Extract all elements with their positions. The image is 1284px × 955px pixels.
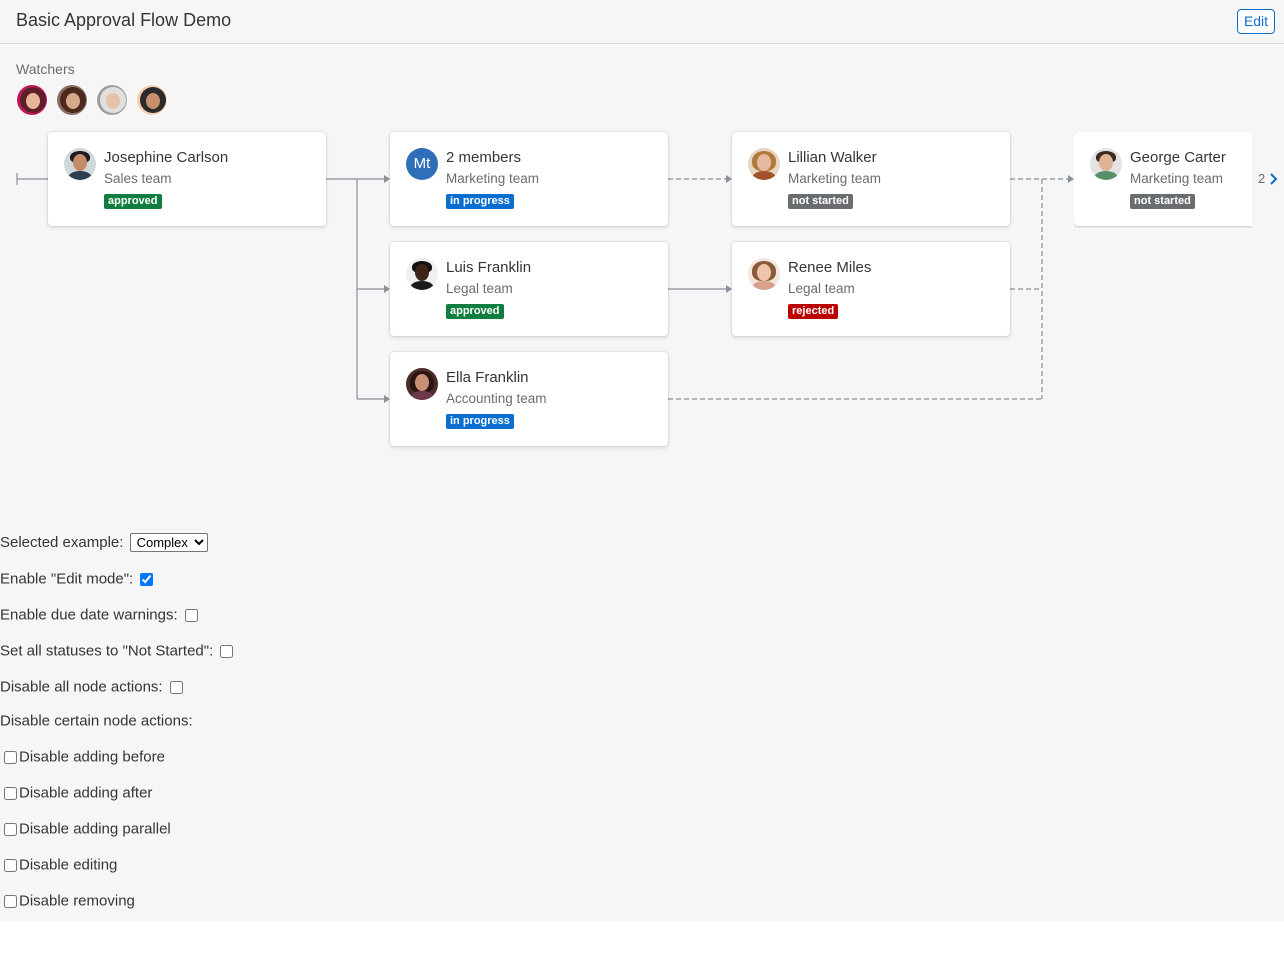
status-badge: not started — [788, 194, 853, 209]
node-team: Marketing team — [1130, 171, 1224, 186]
avatar — [64, 148, 96, 180]
not-started-checkbox[interactable] — [220, 644, 234, 658]
disable-adding-after-checkbox[interactable] — [4, 786, 17, 800]
node-name: Josephine Carlson — [104, 149, 229, 166]
flow-node-ella-franklin[interactable]: Ella Franklin Accounting team in progres… — [390, 352, 668, 446]
disable-all-label: Disable all node actions: — [0, 678, 163, 696]
initials-avatar: Mt — [406, 148, 438, 180]
disable-certain-label: Disable certain node actions: — [0, 712, 193, 730]
node-name: Luis Franklin — [446, 259, 532, 276]
due-date-row: Enable due date warnings: — [0, 606, 198, 624]
disable-editing-checkbox[interactable] — [4, 858, 17, 872]
flow-node-renee-miles[interactable]: Renee Miles Legal team rejected — [732, 242, 1010, 336]
flow-node-2-members[interactable]: Mt 2 members Marketing team in progress — [390, 132, 668, 226]
option-label: Disable adding before — [19, 748, 165, 766]
option-disable-adding-before: Disable adding before — [0, 748, 165, 766]
option-disable-editing: Disable editing — [0, 856, 117, 874]
disable-adding-parallel-checkbox[interactable] — [4, 822, 17, 836]
flow-node-josephine-carlson[interactable]: Josephine Carlson Sales team approved — [48, 132, 326, 226]
status-badge: in progress — [446, 414, 514, 429]
flow-node-luis-franklin[interactable]: Luis Franklin Legal team approved — [390, 242, 668, 336]
disable-certain-row: Disable certain node actions: — [0, 712, 193, 730]
edit-mode-checkbox[interactable] — [140, 572, 154, 586]
flow-node-george-carter[interactable]: George Carter Marketing team not started — [1074, 132, 1252, 226]
chevron-right-icon[interactable] — [1268, 170, 1280, 188]
status-badge: not started — [1130, 194, 1195, 209]
avatar — [748, 258, 780, 290]
disable-all-checkbox[interactable] — [169, 680, 183, 694]
disable-all-row: Disable all node actions: — [0, 678, 183, 696]
selected-example-label: Selected example: — [0, 534, 124, 551]
node-name: Ella Franklin — [446, 369, 529, 386]
node-team: Marketing team — [788, 171, 882, 186]
option-label: Disable editing — [19, 856, 118, 874]
node-team: Legal team — [446, 281, 513, 296]
due-date-checkbox[interactable] — [184, 608, 198, 622]
page-indicator: 2 — [1258, 171, 1266, 186]
node-team: Marketing team — [446, 171, 540, 186]
selected-example-row: Selected example: Complex — [0, 533, 208, 552]
option-disable-adding-after: Disable adding after — [0, 784, 152, 802]
node-team: Sales team — [104, 171, 172, 186]
example-select[interactable]: Complex — [129, 533, 208, 552]
due-date-label: Enable due date warnings: — [0, 606, 178, 624]
disable-adding-before-checkbox[interactable] — [4, 750, 17, 764]
avatar — [406, 258, 438, 290]
flow-viewport-clip: George Carter Marketing team not started — [1074, 132, 1252, 228]
option-label: Disable adding parallel — [19, 820, 171, 838]
edit-mode-row: Enable "Edit mode": — [0, 570, 154, 588]
node-name: Lillian Walker — [788, 149, 877, 166]
option-disable-adding-parallel: Disable adding parallel — [0, 820, 171, 838]
avatar — [1090, 148, 1122, 180]
node-team: Accounting team — [446, 391, 547, 406]
not-started-label: Set all statuses to "Not Started": — [0, 642, 214, 660]
node-name: George Carter — [1130, 149, 1226, 166]
avatar — [748, 148, 780, 180]
option-disable-removing: Disable removing — [0, 892, 135, 910]
avatar — [406, 368, 438, 400]
flow-node-lillian-walker[interactable]: Lillian Walker Marketing team not starte… — [732, 132, 1010, 226]
edit-mode-label: Enable "Edit mode": — [0, 570, 134, 588]
node-name: Renee Miles — [788, 259, 872, 276]
approval-flow-app: Basic Approval Flow Demo Edit Watchers J… — [0, 0, 1284, 921]
status-badge: approved — [446, 304, 504, 319]
status-badge: in progress — [446, 194, 514, 209]
node-name: 2 members — [446, 149, 522, 166]
status-badge: rejected — [788, 304, 839, 319]
status-badge: approved — [104, 194, 162, 209]
disable-removing-checkbox[interactable] — [4, 894, 17, 908]
not-started-row: Set all statuses to "Not Started": — [0, 642, 234, 660]
node-team: Legal team — [788, 281, 855, 296]
option-label: Disable removing — [19, 892, 135, 910]
option-label: Disable adding after — [19, 784, 153, 802]
